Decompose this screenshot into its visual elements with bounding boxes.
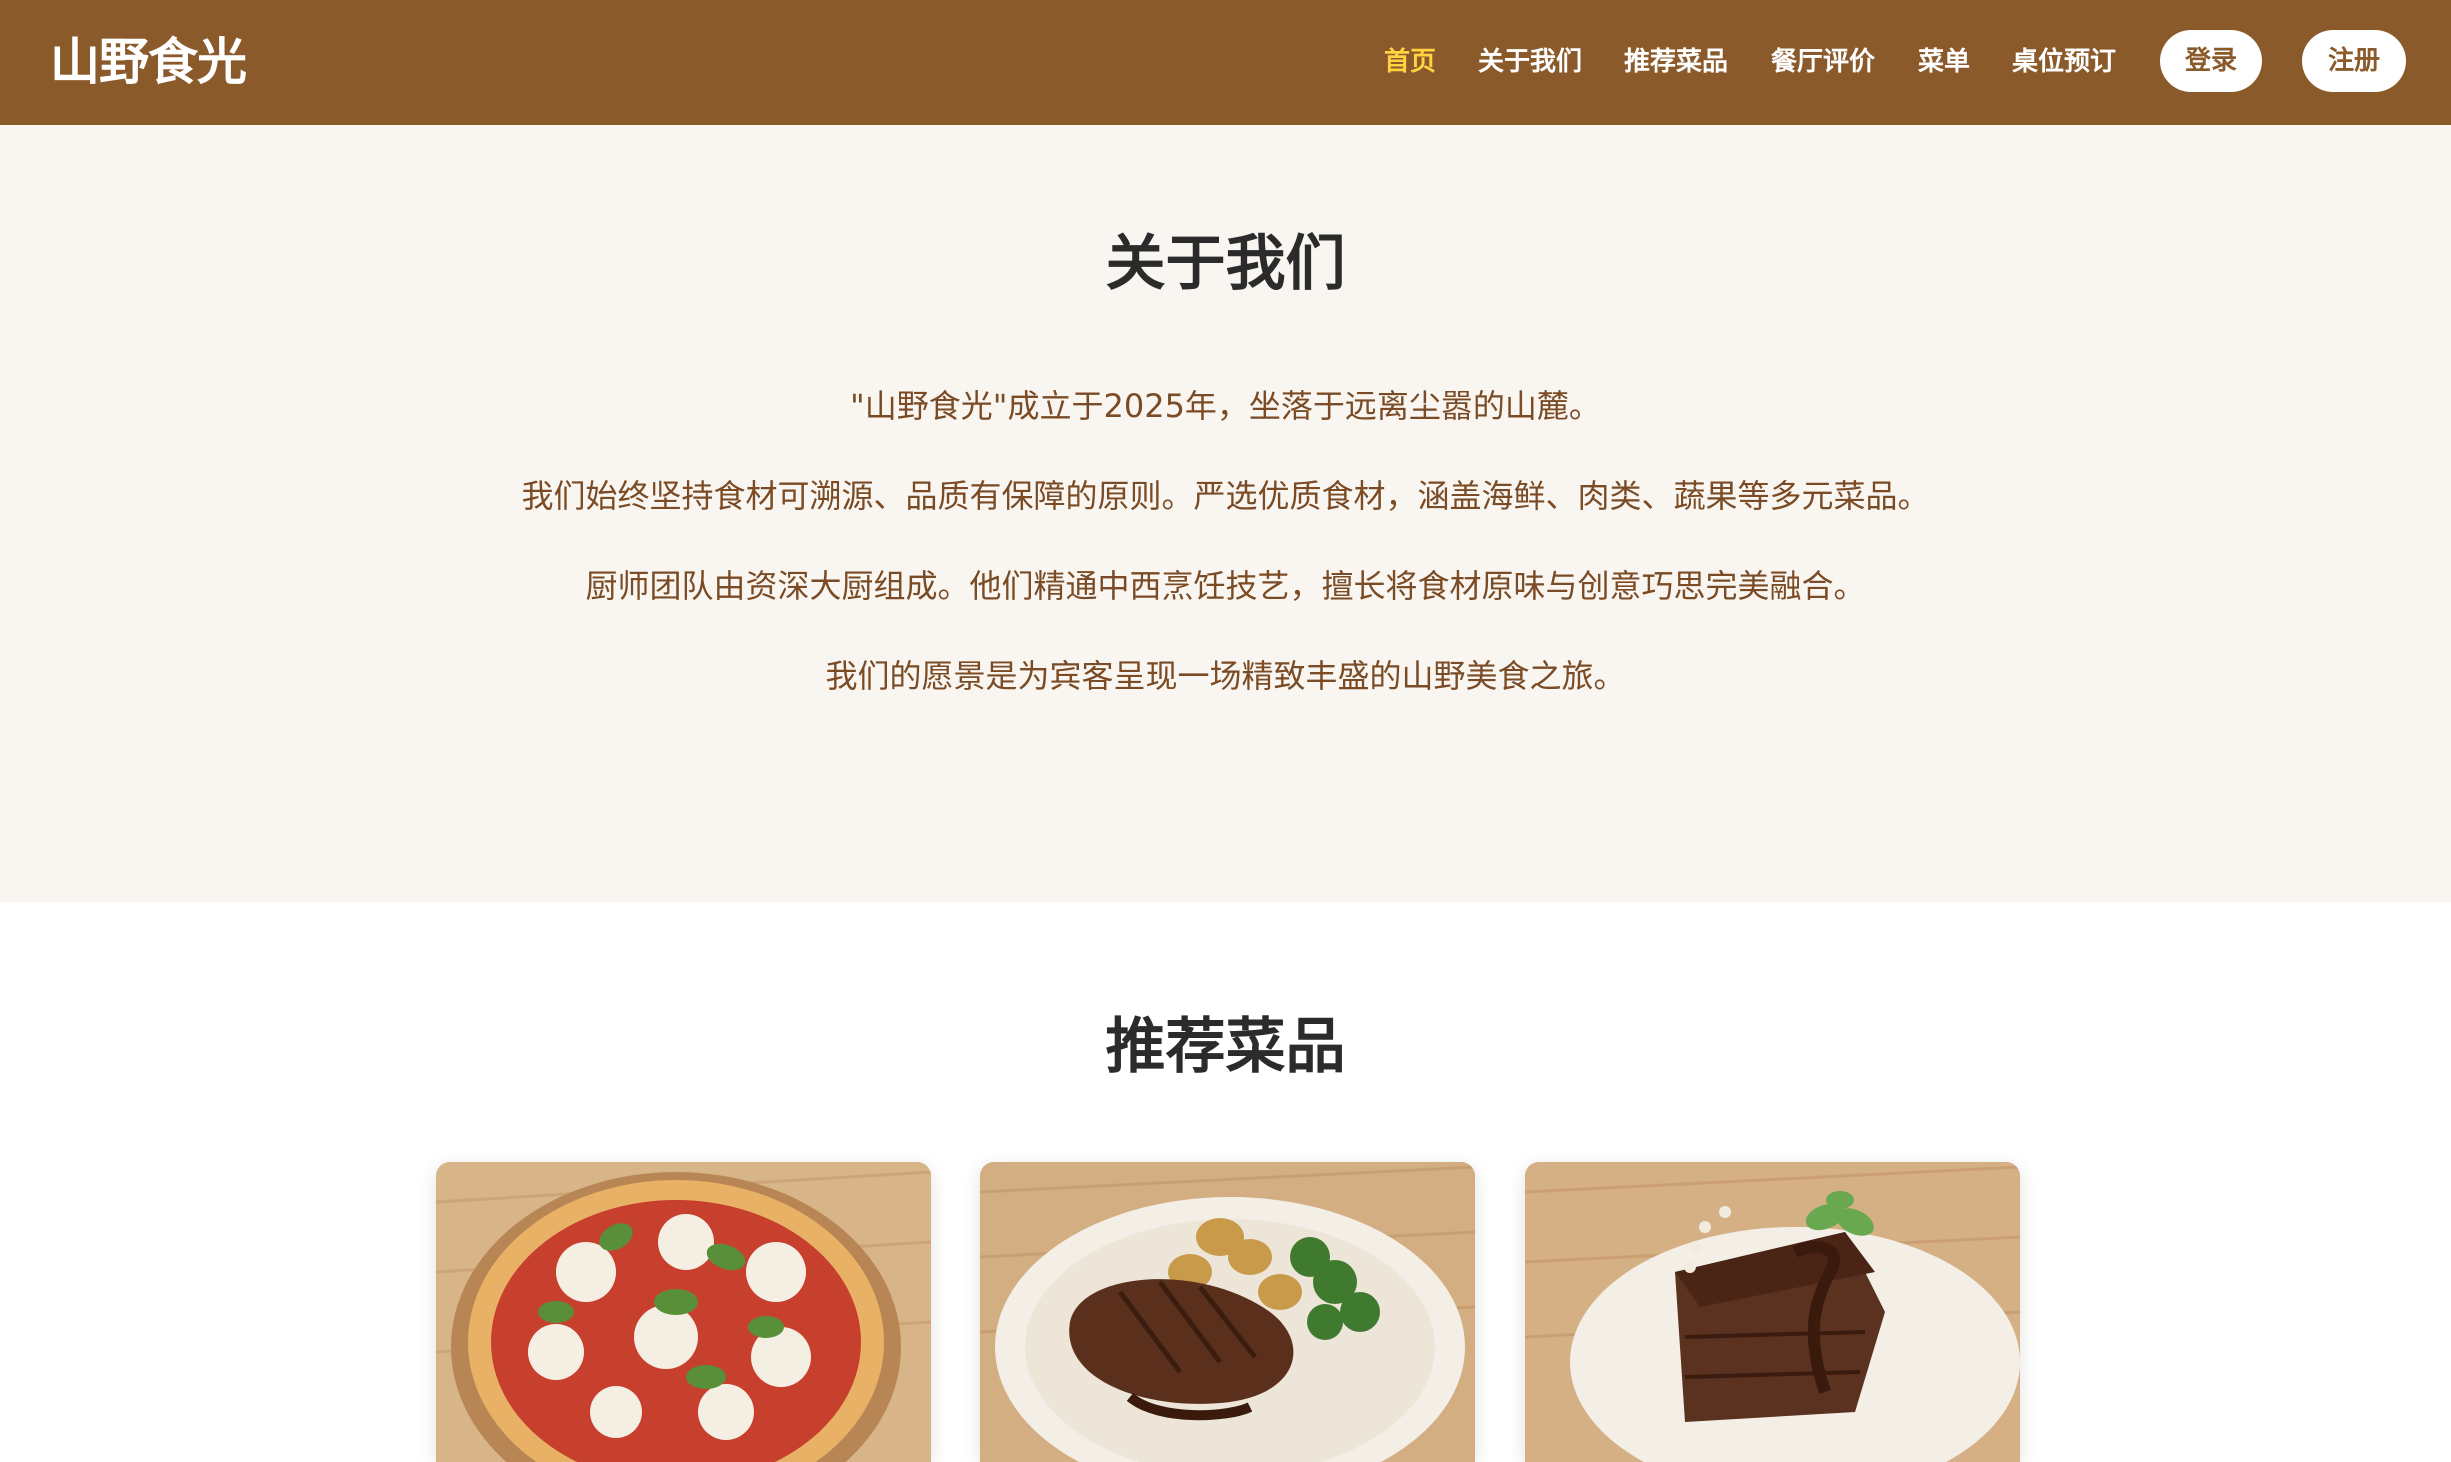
nav-item-reservation[interactable]: 桌位预订 xyxy=(2012,44,2116,80)
about-paragraph: 我们始终坚持食材可溯源、品质有保障的原则。严选优质食材，涵盖海鲜、肉类、蔬果等多… xyxy=(521,477,1930,515)
dish-card-steak[interactable] xyxy=(980,1162,1475,1462)
nav-item-reviews[interactable]: 餐厅评价 xyxy=(1771,44,1875,80)
nav-item-menu[interactable]: 菜单 xyxy=(1918,44,1970,80)
login-button[interactable]: 登录 xyxy=(2160,30,2262,92)
site-header: 山野食光 首页 关于我们 推荐菜品 餐厅评价 菜单 桌位预订 登录 注册 xyxy=(0,0,2451,125)
about-paragraph: 我们的愿景是为宾客呈现一场精致丰盛的山野美食之旅。 xyxy=(825,657,1626,695)
brand-logo[interactable]: 山野食光 xyxy=(50,32,247,92)
nav-item-about[interactable]: 关于我们 xyxy=(1478,44,1582,80)
cake-image xyxy=(1525,1162,2020,1462)
about-title: 关于我们 xyxy=(1105,229,1346,299)
about-paragraph: "山野食光"成立于2025年，坐落于远离尘嚣的山麓。 xyxy=(850,387,1601,425)
dish-card-pizza[interactable] xyxy=(436,1162,931,1462)
recommended-title: 推荐菜品 xyxy=(1105,1012,1346,1082)
pizza-image xyxy=(436,1162,931,1462)
about-paragraph: 厨师团队由资深大厨组成。他们精通中西烹饪技艺，擅长将食材原味与创意巧思完美融合。 xyxy=(585,567,1866,605)
register-button[interactable]: 注册 xyxy=(2302,30,2406,92)
about-section: 关于我们 "山野食光"成立于2025年，坐落于远离尘嚣的山麓。 我们始终坚持食材… xyxy=(0,125,2451,902)
steak-image xyxy=(980,1162,1475,1462)
nav-item-home[interactable]: 首页 xyxy=(1384,44,1436,80)
dish-card-cake[interactable] xyxy=(1525,1162,2020,1462)
nav-item-recommended[interactable]: 推荐菜品 xyxy=(1624,44,1728,80)
recommended-section: 推荐菜品 xyxy=(0,902,2451,1462)
